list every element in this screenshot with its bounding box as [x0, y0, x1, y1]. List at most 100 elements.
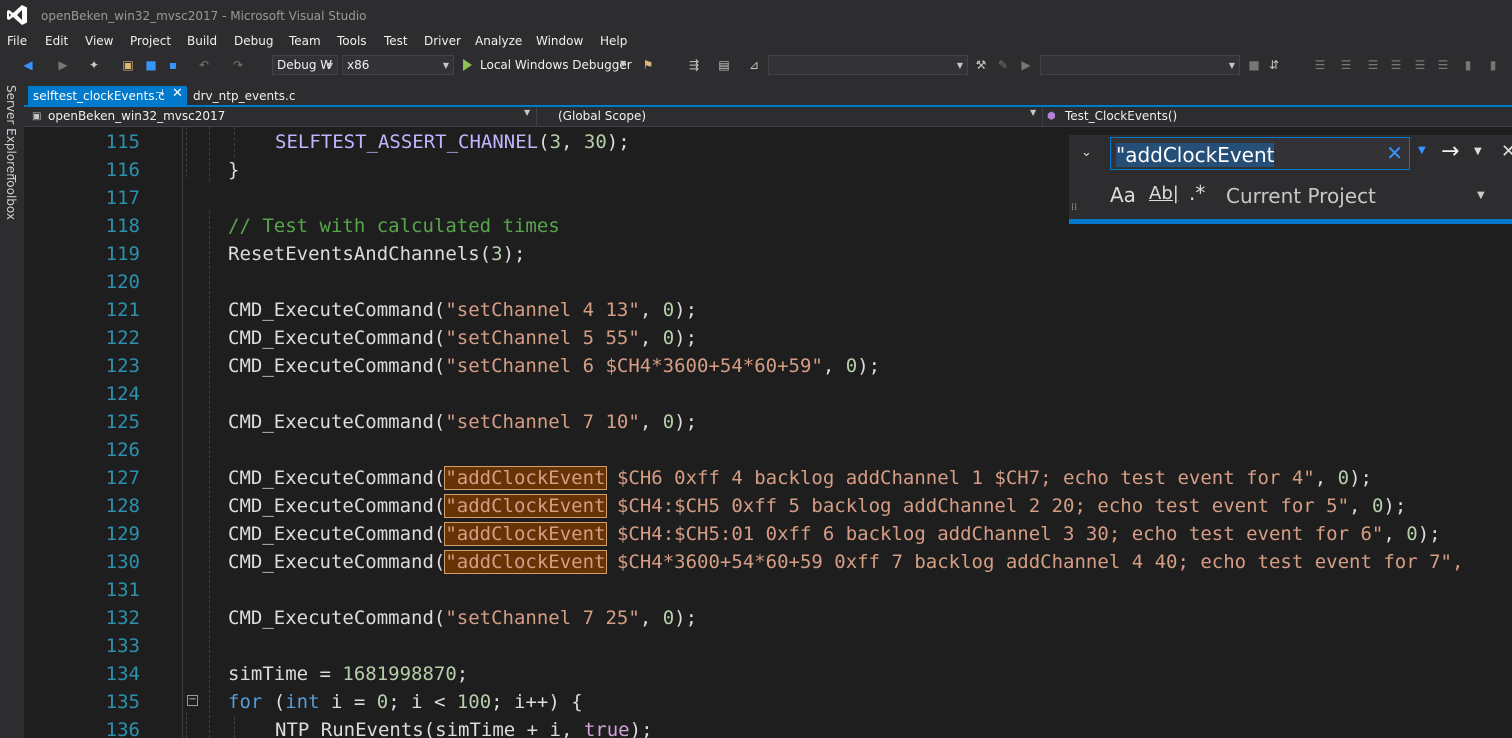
toggle-replace-chevron-icon[interactable]: ⌄	[1081, 145, 1092, 160]
chevron-down-icon[interactable]: ▼	[1030, 108, 1036, 117]
line-number: 118	[105, 215, 140, 237]
match-case-toggle[interactable]: Aa	[1110, 183, 1136, 207]
chevron-down-icon: ▼	[1228, 61, 1235, 70]
line-number: 125	[105, 411, 140, 433]
code-line: // Test with calculated times	[228, 215, 560, 237]
code-line: NTP_RunEvents(simTime + i, true);	[275, 719, 653, 738]
code-line: CMD_ExecuteCommand("setChannel 6 $CH4*36…	[228, 355, 881, 377]
collapse-toggle-icon[interactable]: −	[187, 695, 198, 706]
debug-target-combo[interactable]: ▼	[1040, 55, 1240, 75]
stop-icon[interactable]: ■	[1246, 57, 1262, 73]
search-scope-dropdown[interactable]: Current Project	[1226, 184, 1376, 208]
visual-studio-logo-icon	[7, 5, 27, 25]
find-widget: ⌄ "addClockEvent ✕ ▼ → ▼ ✕ ⁞⁞ Aa Ab| .* …	[1069, 135, 1512, 224]
undo-icon[interactable]: ↶	[196, 57, 212, 73]
menu-edit[interactable]: Edit	[45, 33, 68, 49]
line-number: 134	[105, 663, 140, 685]
line-number: 119	[105, 243, 140, 265]
chevron-down-icon[interactable]: ▼	[1474, 146, 1482, 157]
navigation-bar: ▣ openBeken_win32_mvsc2017 ▼ (Global Sco…	[24, 107, 1512, 127]
find-input[interactable]: "addClockEvent ✕	[1110, 137, 1410, 170]
attach-icon[interactable]: ⊿	[746, 57, 762, 73]
save-all-icon[interactable]: ▪	[165, 57, 181, 73]
solution-configuration-select[interactable]: Debug W ▼	[272, 55, 338, 75]
chevron-down-icon[interactable]: ▼	[524, 108, 530, 117]
scope-dropdown[interactable]: (Global Scope)	[558, 108, 646, 126]
solution-platform-value: x86	[347, 58, 370, 72]
toolbox-tab[interactable]: Toolbox	[4, 175, 18, 220]
search-match-highlight: "addClockEvent	[444, 550, 607, 574]
save-icon[interactable]: ■	[143, 57, 159, 73]
next-bookmark-icon[interactable]: ▮	[1485, 57, 1501, 73]
line-number: 121	[105, 299, 140, 321]
chevron-down-icon: ▼	[442, 61, 449, 70]
align-icon[interactable]: ☰	[1435, 57, 1451, 73]
menu-project[interactable]: Project	[130, 33, 171, 49]
menu-tools[interactable]: Tools	[337, 33, 367, 49]
forward-icon[interactable]: ▶	[55, 57, 71, 73]
outdent-icon[interactable]: ☰	[1338, 57, 1354, 73]
code-line: }	[228, 159, 240, 181]
indent-icon[interactable]: ☰	[1312, 57, 1328, 73]
play-icon[interactable]: ▶	[1018, 57, 1034, 73]
close-find-icon[interactable]: ✕	[1501, 141, 1512, 162]
match-whole-word-toggle[interactable]: Ab|	[1149, 183, 1179, 204]
menu-file[interactable]: File	[7, 33, 27, 49]
search-match-highlight: "addClockEvent	[444, 494, 607, 518]
resize-grip-icon[interactable]: ⁞⁞	[1071, 202, 1077, 213]
threads-icon[interactable]: ⇵	[1266, 57, 1282, 73]
chevron-down-icon: ▼	[326, 61, 333, 70]
menu-view[interactable]: View	[85, 33, 113, 49]
code-line: CMD_ExecuteCommand("setChannel 7 10", 0)…	[228, 411, 698, 433]
find-next-arrow-icon[interactable]: →	[1441, 139, 1459, 164]
clear-search-icon[interactable]: ✕	[1386, 141, 1403, 165]
line-number: 126	[105, 439, 140, 461]
start-debugging-button[interactable]: Local Windows Debugger	[480, 58, 632, 72]
process-icon[interactable]: ⚑	[640, 57, 656, 73]
chevron-down-icon: ▼	[956, 61, 963, 70]
function-icon: ⬢	[1047, 111, 1056, 122]
function-dropdown[interactable]: Test_ClockEvents()	[1065, 108, 1177, 126]
project-dropdown[interactable]: openBeken_win32_mvsc2017	[48, 108, 225, 126]
title-bar: openBeken_win32_mvsc2017 - Microsoft Vis…	[0, 0, 1512, 33]
menu-driver[interactable]: Driver	[424, 33, 461, 49]
menu-team[interactable]: Team	[289, 33, 321, 49]
pin-icon[interactable]: ⊣	[155, 88, 164, 99]
format-icon[interactable]: ☰	[1412, 57, 1428, 73]
comment-icon[interactable]: ☰	[1365, 57, 1381, 73]
solution-platform-select[interactable]: x86 ▼	[342, 55, 454, 75]
hammer-icon[interactable]: ⚒	[973, 57, 989, 73]
breakpoints-icon[interactable]: ▤	[716, 57, 732, 73]
menu-test[interactable]: Test	[384, 33, 408, 49]
start-debugging-play-icon[interactable]	[463, 59, 472, 71]
redo-icon[interactable]: ↷	[230, 57, 246, 73]
line-number: 117	[105, 187, 140, 209]
close-icon[interactable]: ✕	[172, 86, 183, 101]
menu-build[interactable]: Build	[187, 33, 217, 49]
line-number: 116	[105, 159, 140, 181]
step-icon[interactable]: ⇶	[686, 57, 702, 73]
menu-debug[interactable]: Debug	[234, 33, 273, 49]
chevron-down-icon[interactable]: ▼	[1477, 190, 1485, 201]
open-file-icon[interactable]: ▣	[120, 57, 136, 73]
line-number: 128	[105, 495, 140, 517]
back-icon[interactable]: ◀	[20, 57, 36, 73]
use-regex-toggle[interactable]: .*	[1189, 181, 1205, 205]
menu-window[interactable]: Window	[536, 33, 583, 49]
server-explorer-tab[interactable]: Server Explorer	[4, 85, 18, 178]
new-project-icon[interactable]: ✦	[86, 57, 102, 73]
pencil-icon[interactable]: ✎	[995, 57, 1011, 73]
line-number: 123	[105, 355, 140, 377]
menu-help[interactable]: Help	[600, 33, 627, 49]
left-tool-strip: Server Explorer Toolbox	[0, 79, 24, 738]
chevron-down-icon[interactable]: ▼	[620, 59, 626, 68]
search-match-highlight: "addClockEvent	[444, 522, 607, 546]
search-history-dropdown-icon[interactable]: ▼	[1418, 145, 1426, 156]
tab-drv-ntp-events[interactable]: drv_ntp_events.c	[193, 89, 295, 103]
bookmark-icon[interactable]: ▮	[1460, 57, 1476, 73]
window-title: openBeken_win32_mvsc2017 - Microsoft Vis…	[41, 9, 367, 23]
uncomment-icon[interactable]: ☰	[1388, 57, 1404, 73]
menu-analyze[interactable]: Analyze	[475, 33, 522, 49]
code-line: CMD_ExecuteCommand("setChannel 4 13", 0)…	[228, 299, 698, 321]
find-combo[interactable]: ▼	[768, 55, 968, 75]
